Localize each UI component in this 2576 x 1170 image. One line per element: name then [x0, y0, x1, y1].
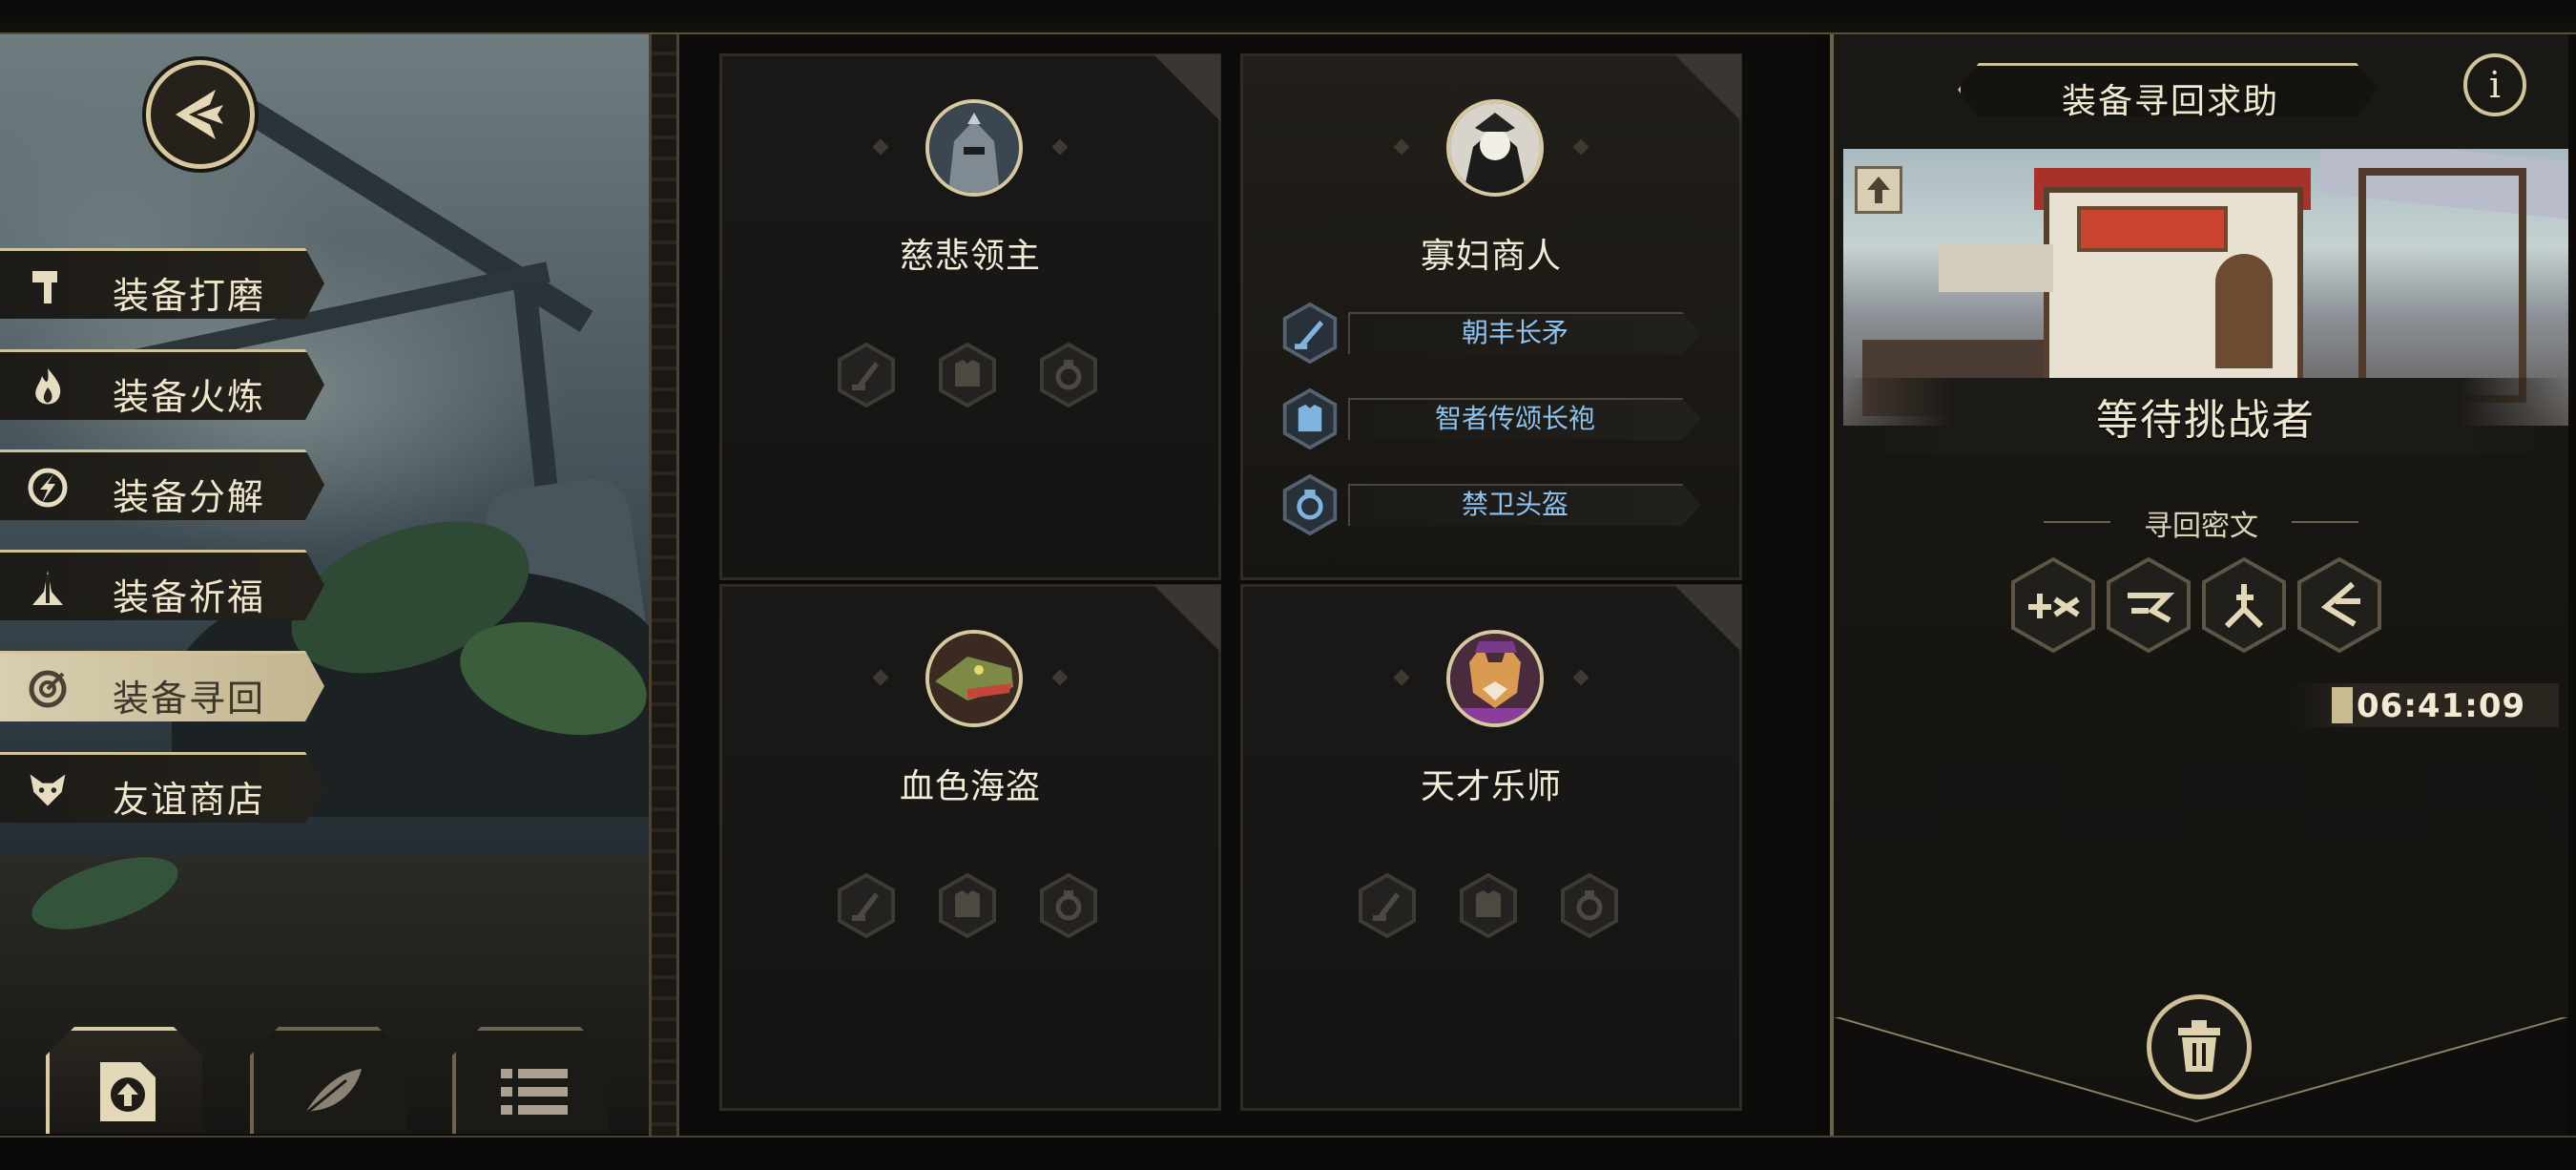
menu-item-label: 装备祈福 — [113, 576, 266, 618]
reward-item[interactable]: 智者传颂长袍 — [1281, 387, 1701, 450]
rune-1-icon[interactable] — [2007, 555, 2099, 655]
armor-slot-icon — [938, 342, 997, 408]
back-arrow-icon — [176, 90, 223, 139]
menu-item-label: 装备火炼 — [113, 376, 266, 418]
challenger-grid: 慈悲领主 寡妇商人 朝丰长矛 智者传颂长袍 禁卫头盔 血色海盗 天才乐师 — [679, 34, 1815, 1136]
challenger-card-genius-musician[interactable]: 天才乐师 — [1240, 584, 1742, 1111]
trash-icon — [2178, 1020, 2220, 1072]
flame-icon — [27, 366, 69, 408]
timer-text: 06:41:09 — [2357, 687, 2526, 725]
praying-hands-icon — [27, 567, 69, 609]
upload-icon[interactable] — [1855, 166, 1902, 214]
panel-title-text: 装备寻回求助 — [2061, 82, 2279, 121]
menu-item-label: 装备打磨 — [113, 275, 266, 317]
challenger-card-widow-merchant[interactable]: 寡妇商人 朝丰长矛 智者传颂长袍 禁卫头盔 — [1240, 53, 1742, 580]
status-text: 等待挑战者 — [2096, 396, 2316, 445]
target-icon — [27, 668, 69, 710]
status-banner: 等待挑战者 — [1843, 378, 2568, 454]
countdown-timer: 06:41:09 — [2292, 683, 2559, 727]
hourglass-icon — [2332, 687, 2353, 723]
top-border — [0, 0, 2576, 34]
menu-item-label: 装备分解 — [113, 476, 266, 518]
menu-item-forge[interactable]: 装备火炼 — [0, 349, 324, 420]
menu-item-bless[interactable]: 装备祈福 — [0, 550, 324, 620]
trash-button[interactable] — [2147, 994, 2252, 1099]
fox-musician-avatar — [1446, 630, 1544, 727]
weapon-slot-icon — [1358, 872, 1417, 939]
menu-item-disassemble[interactable]: 装备分解 — [0, 449, 324, 520]
divider-rail-left — [649, 34, 679, 1136]
rune-3-icon[interactable] — [2198, 555, 2290, 655]
list-button[interactable] — [452, 1027, 609, 1134]
menu-item-friendship-shop[interactable]: 友谊商店 — [0, 752, 324, 823]
challenger-name: 寡妇商人 — [1420, 237, 1562, 276]
menu-item-label: 装备寻回 — [113, 678, 266, 720]
armor-slot-icon — [1459, 872, 1518, 939]
robe-icon — [1281, 387, 1339, 450]
challenger-name: 血色海盗 — [899, 767, 1041, 806]
retrieve-help-panel: 装备寻回求助 i 等待挑战者 寻回密文 06:41:09 — [1830, 34, 2568, 1136]
reward-name: 禁卫头盔 — [1461, 489, 1568, 520]
weapon-slot-icon — [837, 872, 896, 939]
reward-item[interactable]: 禁卫头盔 — [1281, 473, 1701, 536]
challenger-name: 天才乐师 — [1420, 767, 1562, 806]
upload-icon — [90, 1055, 166, 1128]
ring-slot-icon — [1560, 872, 1619, 939]
reward-name: 智者传颂长袍 — [1434, 403, 1595, 434]
reward-item[interactable]: 朝丰长矛 — [1281, 302, 1701, 365]
menu-item-polish[interactable]: 装备打磨 — [0, 248, 324, 319]
list-icon — [496, 1055, 572, 1128]
rune-2-icon[interactable] — [2103, 555, 2194, 655]
bottom-border — [0, 1136, 2576, 1170]
ring-slot-icon — [1039, 872, 1098, 939]
fox-icon — [27, 769, 69, 811]
reward-name: 朝丰长矛 — [1461, 317, 1568, 348]
weapon-slot-icon — [837, 342, 896, 408]
back-button[interactable] — [146, 60, 255, 169]
menu-item-retrieve[interactable]: 装备寻回 — [0, 651, 324, 721]
knight-avatar — [925, 99, 1023, 197]
panel-title: 装备寻回求助 — [1958, 63, 2378, 121]
spear-icon — [1281, 302, 1339, 365]
feather-icon — [294, 1055, 370, 1128]
ring-slot-icon — [1039, 342, 1098, 408]
hammer-icon — [27, 265, 69, 307]
pirate-lizard-avatar — [925, 630, 1023, 727]
upload-button[interactable] — [46, 1027, 202, 1134]
disassemble-icon — [27, 467, 69, 509]
feather-button[interactable] — [250, 1027, 406, 1134]
info-icon[interactable]: i — [2463, 53, 2526, 116]
challenger-name: 慈悲领主 — [899, 237, 1041, 276]
cipher-title: 寻回密文 — [2144, 510, 2258, 543]
helmet-icon — [1281, 473, 1339, 536]
challenger-card-merciful-lord[interactable]: 慈悲领主 — [719, 53, 1221, 580]
merchant-avatar — [1446, 99, 1544, 197]
challenger-card-crimson-pirate[interactable]: 血色海盗 — [719, 584, 1221, 1111]
menu-item-label: 友谊商店 — [113, 779, 266, 821]
rune-4-icon[interactable] — [2294, 555, 2385, 655]
armor-slot-icon — [938, 872, 997, 939]
